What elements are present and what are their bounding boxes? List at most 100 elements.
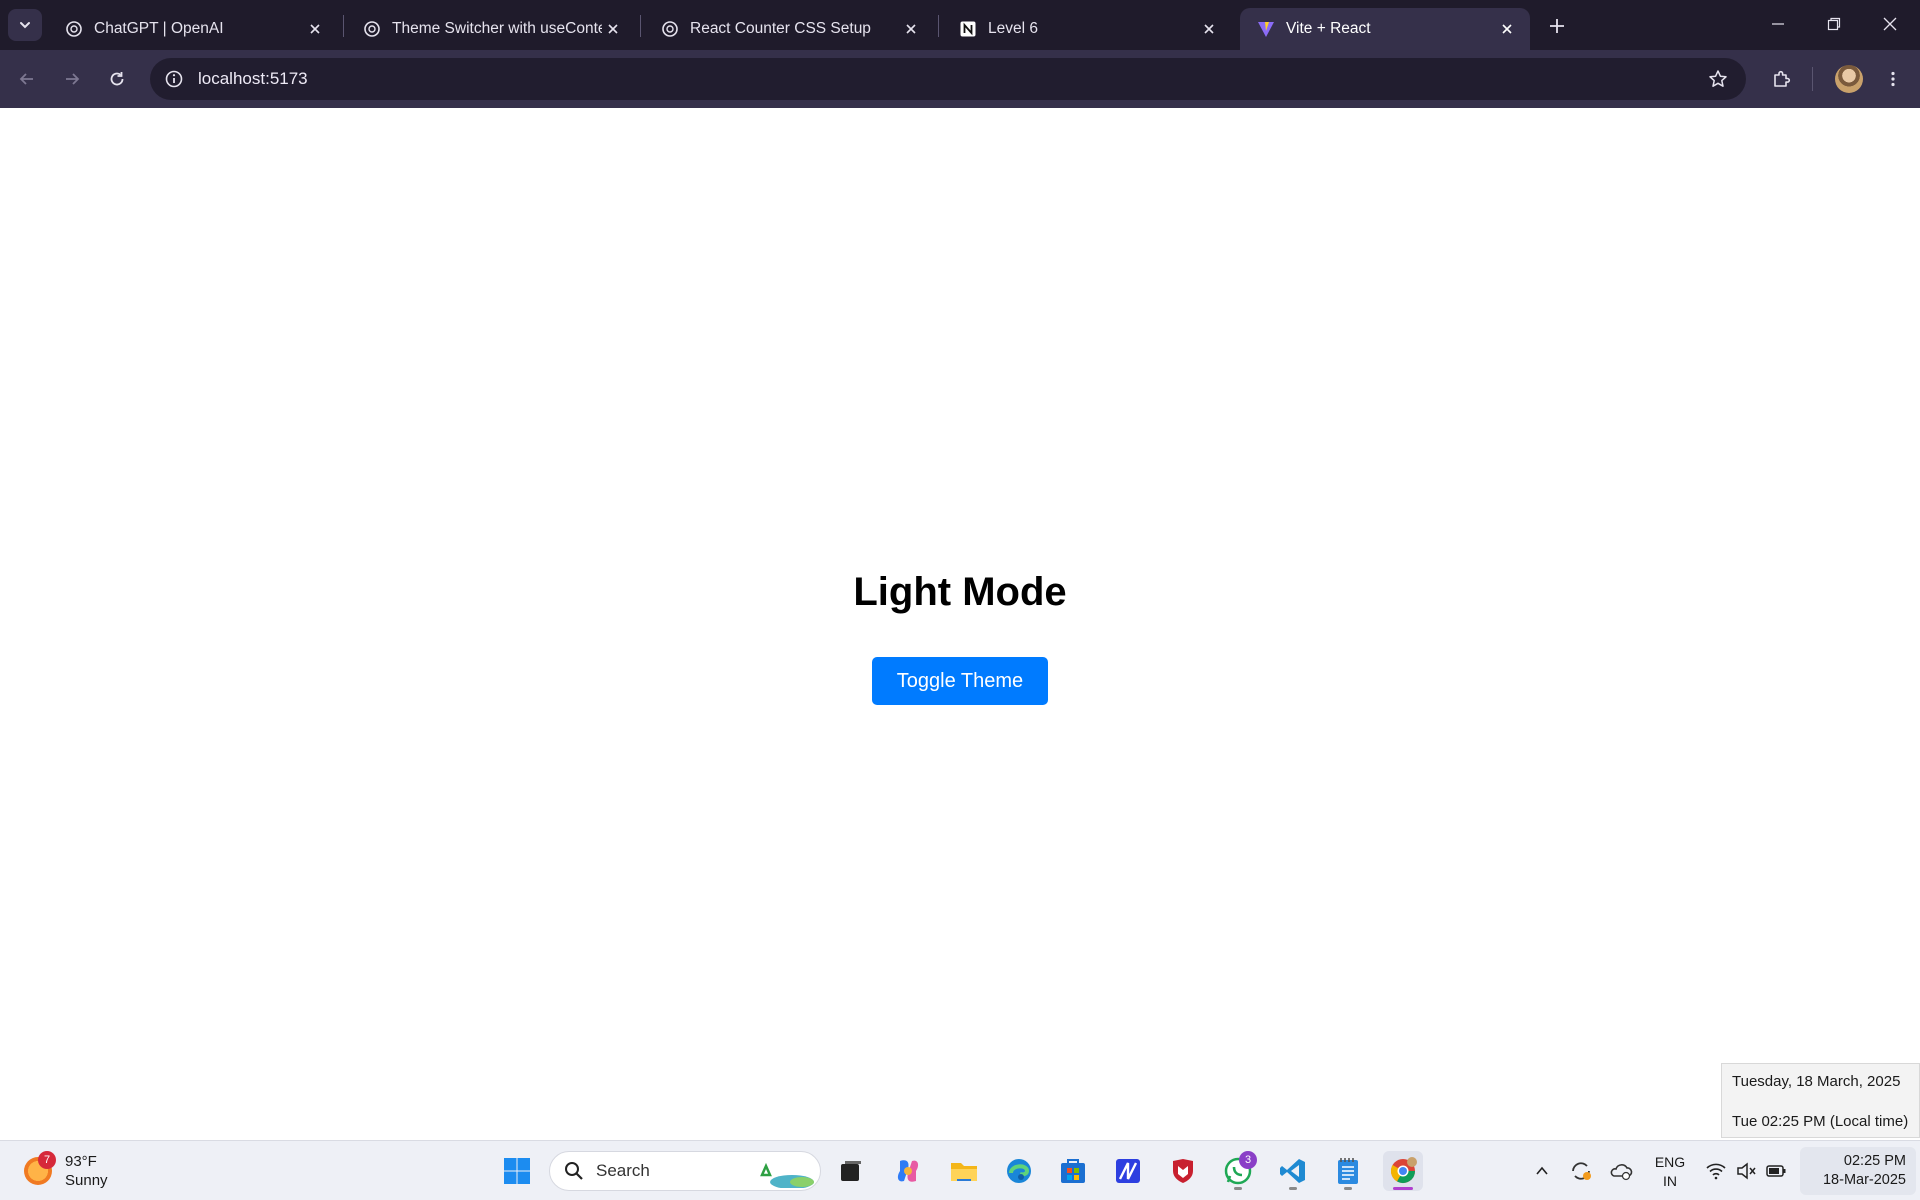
edge-button[interactable]	[999, 1151, 1039, 1191]
task-view-icon	[841, 1161, 861, 1181]
chevron-up-icon	[1536, 1166, 1548, 1175]
shield-icon	[1173, 1159, 1193, 1183]
notepad-icon	[1338, 1158, 1358, 1184]
tab-title: Level 6	[988, 20, 1038, 37]
running-indicator	[1393, 1187, 1413, 1190]
close-icon[interactable]	[1198, 18, 1220, 40]
back-button[interactable]	[10, 62, 44, 96]
pen-app-button[interactable]	[1108, 1151, 1148, 1191]
browser-toolbar: localhost:5173	[0, 50, 1920, 108]
bookmark-star-icon[interactable]	[1706, 67, 1730, 91]
chrome-icon	[1390, 1157, 1417, 1184]
notification-badge: 7	[38, 1151, 56, 1169]
close-icon[interactable]	[602, 18, 624, 40]
extensions-button[interactable]	[1765, 62, 1799, 96]
copilot-button[interactable]	[888, 1151, 928, 1191]
search-icon	[565, 1162, 583, 1180]
start-button[interactable]	[497, 1151, 537, 1191]
onedrive-tray-icon[interactable]	[1609, 1159, 1633, 1183]
minimize-icon	[1772, 23, 1784, 25]
openai-icon	[362, 19, 382, 39]
minimize-button[interactable]	[1750, 0, 1806, 48]
sun-icon: 7	[24, 1151, 56, 1185]
browser-menu-button[interactable]	[1876, 62, 1910, 96]
chrome-button[interactable]	[1383, 1151, 1423, 1191]
openai-icon	[660, 19, 680, 39]
chevron-down-icon	[20, 22, 30, 29]
windows-logo-icon	[504, 1158, 530, 1184]
edge-icon	[1007, 1159, 1031, 1183]
restore-icon	[1827, 17, 1841, 31]
profile-avatar[interactable]	[1835, 65, 1863, 93]
mcafee-button[interactable]	[1163, 1151, 1203, 1191]
vite-icon	[1256, 19, 1276, 39]
close-icon[interactable]	[900, 18, 922, 40]
battery-icon[interactable]	[1764, 1159, 1788, 1183]
site-info-icon[interactable]	[160, 65, 188, 93]
store-icon	[1061, 1159, 1085, 1183]
show-hidden-icons-button[interactable]	[1530, 1159, 1554, 1183]
url-text[interactable]: localhost:5173	[198, 69, 308, 89]
search-label: Search	[596, 1161, 650, 1180]
arrow-left-icon	[19, 73, 33, 85]
whatsapp-button[interactable]: 3	[1218, 1151, 1258, 1191]
tab-separator	[640, 15, 641, 37]
clock-date: 18-Mar-2025	[1822, 1172, 1906, 1188]
toolbar-divider	[1812, 67, 1813, 91]
copilot-icon	[897, 1160, 919, 1182]
reload-icon	[110, 72, 124, 86]
close-icon	[1883, 17, 1897, 31]
language-code: ENG	[1654, 1154, 1686, 1170]
close-window-button[interactable]	[1862, 0, 1918, 48]
pen-app-icon	[1116, 1159, 1140, 1183]
tab-title: Vite + React	[1286, 20, 1371, 37]
arrow-right-icon	[66, 73, 80, 85]
taskbar: 7 93°F Sunny Search 3 ENG IN 02:25 PM 18…	[0, 1140, 1920, 1200]
close-icon[interactable]	[1496, 18, 1518, 40]
recycle-icon	[760, 1162, 814, 1188]
puzzle-icon	[1774, 70, 1791, 87]
folder-icon	[951, 1163, 977, 1181]
clock-time: 02:25 PM	[1843, 1153, 1906, 1169]
tab-title: Theme Switcher with useContext	[392, 20, 602, 37]
restore-button[interactable]	[1806, 0, 1862, 48]
vscode-button[interactable]	[1273, 1151, 1313, 1191]
close-icon[interactable]	[304, 18, 326, 40]
tooltip-date: Tuesday, 18 March, 2025	[1732, 1073, 1901, 1090]
volume-muted-icon[interactable]	[1734, 1159, 1758, 1183]
reload-button[interactable]	[100, 62, 134, 96]
address-bar[interactable]: localhost:5173	[150, 58, 1746, 100]
tab-title: ChatGPT | OpenAI	[94, 20, 224, 37]
microsoft-store-button[interactable]	[1053, 1151, 1093, 1191]
vscode-icon	[1280, 1159, 1305, 1183]
tab-react-counter[interactable]: React Counter CSS Setup	[644, 8, 934, 50]
tab-theme-switcher[interactable]: Theme Switcher with useContext	[346, 8, 636, 50]
toggle-theme-button[interactable]: Toggle Theme	[872, 657, 1048, 705]
running-indicator	[1234, 1187, 1242, 1190]
tab-vite-react[interactable]: Vite + React	[1240, 8, 1530, 50]
wifi-icon[interactable]	[1704, 1159, 1728, 1183]
tab-strip: ChatGPT | OpenAI Theme Switcher with use…	[0, 0, 1920, 50]
tab-separator	[938, 15, 939, 37]
tab-chatgpt[interactable]: ChatGPT | OpenAI	[48, 8, 338, 50]
task-view-button[interactable]	[831, 1151, 871, 1191]
clock-tooltip: Tuesday, 18 March, 2025 Tue 02:25 PM (Lo…	[1721, 1063, 1920, 1138]
tab-title: React Counter CSS Setup	[690, 20, 871, 37]
tab-separator	[343, 15, 344, 37]
file-explorer-button[interactable]	[944, 1151, 984, 1191]
running-indicator	[1344, 1187, 1352, 1190]
notepad-button[interactable]	[1328, 1151, 1368, 1191]
taskbar-search[interactable]: Search	[549, 1151, 821, 1191]
web-page: Light Mode Toggle Theme	[0, 108, 1920, 1140]
tab-level-6[interactable]: Level 6	[942, 8, 1232, 50]
forward-button[interactable]	[55, 62, 89, 96]
weather-condition: Sunny	[65, 1172, 108, 1189]
sync-tray-icon[interactable]	[1569, 1159, 1593, 1183]
weather-widget[interactable]: 7 93°F Sunny	[24, 1149, 108, 1193]
tab-search-button[interactable]	[8, 9, 42, 41]
new-tab-button[interactable]	[1543, 12, 1571, 40]
taskbar-clock[interactable]: 02:25 PM 18-Mar-2025	[1800, 1147, 1916, 1195]
language-region: IN	[1663, 1173, 1677, 1189]
notion-icon	[958, 19, 978, 39]
language-indicator[interactable]: ENG IN	[1648, 1153, 1692, 1191]
